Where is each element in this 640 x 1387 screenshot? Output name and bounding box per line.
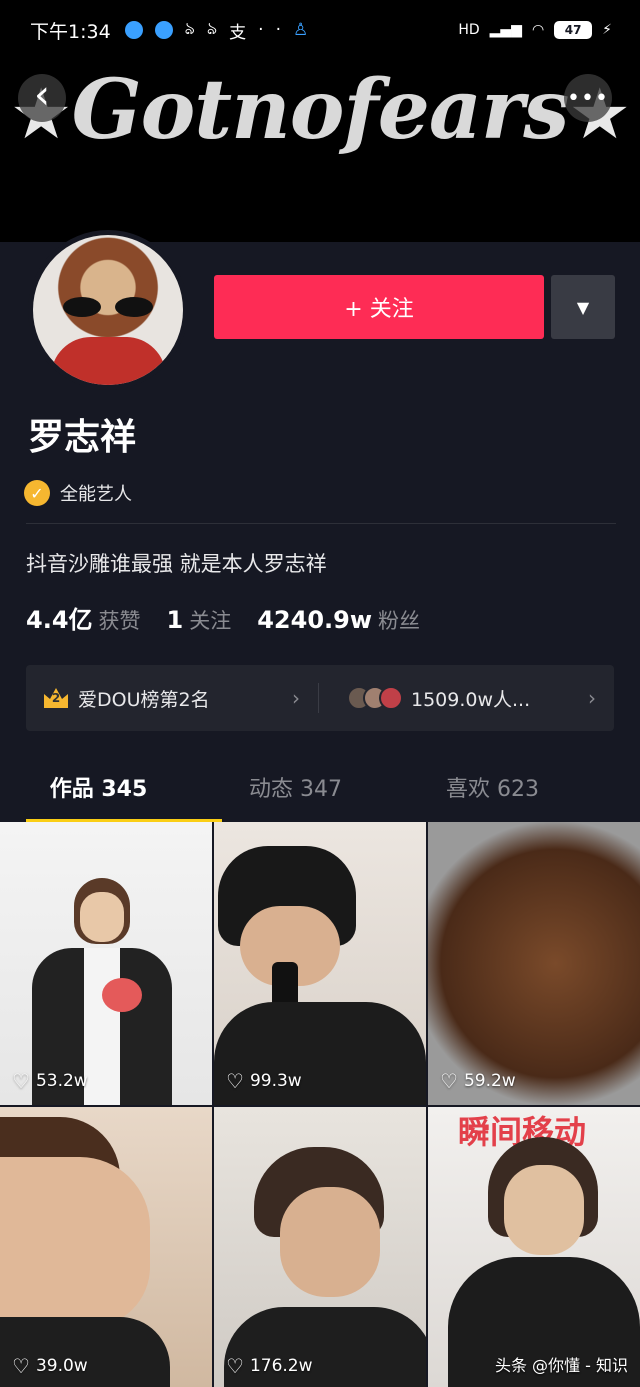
- video-thumbnail[interactable]: 瞬间移动 头条 @你懂 - 知识: [428, 1107, 640, 1387]
- app-notification-icon: [124, 21, 143, 39]
- jacket: [51, 337, 166, 385]
- heart-icon: ♡: [226, 1354, 244, 1378]
- video-thumbnail[interactable]: ♡ 176.2w: [214, 1107, 426, 1387]
- follow-button[interactable]: + 关注: [214, 275, 544, 339]
- more-button[interactable]: •••: [564, 74, 612, 122]
- qq-icon: ♙: [292, 20, 309, 40]
- banner-title: ★Gotnofears★: [0, 62, 640, 158]
- heart-icon: ♡: [226, 1069, 244, 1093]
- video-thumbnail[interactable]: ♡ 53.2w: [0, 822, 212, 1105]
- profile-name: 罗志祥: [28, 417, 137, 458]
- tab-likes[interactable]: 喜欢 623: [394, 760, 591, 822]
- followers-count[interactable]: 4240.9w: [257, 606, 372, 634]
- crown-icon: 2: [44, 688, 68, 708]
- notification-icons: ঌ ঌ 支 · · ♙: [124, 16, 309, 44]
- person-figure: [448, 1137, 640, 1387]
- likes-count: 99.3w: [249, 1071, 302, 1091]
- notification-icon: ·: [258, 20, 264, 40]
- more-icon: •••: [567, 85, 609, 111]
- status-right: HD ▂▄▆ ◠ 47 ⚡: [458, 21, 612, 39]
- video-likes: ♡ 59.2w: [440, 1069, 516, 1093]
- video-likes: ♡ 53.2w: [12, 1069, 88, 1093]
- fans-group-link[interactable]: 1509.0w人... ›: [319, 665, 614, 731]
- back-button[interactable]: ‹: [18, 74, 66, 122]
- person-figure: [0, 1117, 212, 1387]
- verified-icon: ✓: [24, 480, 50, 506]
- tab-works[interactable]: 作品 345: [0, 760, 197, 822]
- chevron-down-icon: ▼: [576, 297, 590, 317]
- video-grid: ♡ 53.2w ♡ 99.3w ♡ 59.2w ♡ 39.0w ♡ 176.2w 瞬间移动: [0, 822, 640, 1387]
- wifi-icon: ◠: [531, 22, 545, 38]
- verification-badge: ✓ 全能艺人: [24, 480, 132, 506]
- following-count[interactable]: 1: [167, 606, 184, 634]
- profile-stats: 4.4亿 获赞 1 关注 4240.9w 粉丝: [26, 600, 446, 635]
- status-time: 下午1:34: [30, 20, 111, 43]
- likes-count: 59.2w: [463, 1071, 516, 1091]
- charging-icon: ⚡: [602, 22, 612, 38]
- back-icon: ‹: [34, 72, 50, 118]
- likes-count: 39.0w: [35, 1356, 88, 1376]
- battery-icon: 47: [554, 21, 593, 39]
- heart-icon: ♡: [12, 1069, 30, 1093]
- following-label[interactable]: 关注: [189, 605, 231, 635]
- person-figure: [224, 1147, 426, 1387]
- video-likes: ♡ 39.0w: [12, 1354, 88, 1378]
- watermark: 头条 @你懂 - 知识: [494, 1356, 628, 1375]
- person-figure: [214, 842, 426, 1105]
- chevron-right-icon: ›: [292, 686, 300, 710]
- rank-label: 爱DOU榜第2名: [78, 688, 210, 711]
- likes-count[interactable]: 4.4亿: [26, 600, 93, 635]
- heart-icon: ♡: [12, 1354, 30, 1378]
- app-notification-icon: [154, 21, 173, 39]
- notification-icon: ঌ: [206, 19, 218, 39]
- banner-title-text: Gotnofears: [71, 62, 570, 158]
- tab-activity[interactable]: 动态 347: [197, 760, 394, 822]
- fan-avatars: [347, 686, 403, 710]
- divider: [26, 523, 616, 524]
- notification-icon: ঌ: [184, 19, 195, 39]
- fans-label: 1509.0w人...: [411, 688, 531, 711]
- notification-icon: ·: [275, 20, 281, 40]
- likes-count: 176.2w: [249, 1356, 313, 1376]
- alipay-icon: 支: [229, 22, 247, 43]
- chevron-right-icon: ›: [588, 686, 596, 710]
- status-bar: 下午1:34 ঌ ঌ 支 · · ♙ HD ▂▄▆ ◠ 47 ⚡: [0, 0, 640, 60]
- video-thumbnail[interactable]: ♡ 99.3w: [214, 822, 426, 1105]
- dou-rank-link[interactable]: 2 爱DOU榜第2名 ›: [26, 665, 318, 731]
- followers-label[interactable]: 粉丝: [378, 605, 420, 635]
- video-thumbnail[interactable]: ♡ 59.2w: [428, 822, 640, 1105]
- signal-icon: ▂▄▆: [489, 22, 522, 38]
- verification-label: 全能艺人: [60, 484, 132, 505]
- likes-count: 53.2w: [35, 1071, 88, 1091]
- avatar: [379, 686, 403, 710]
- video-likes: ♡ 176.2w: [226, 1354, 313, 1378]
- video-thumbnail[interactable]: ♡ 39.0w: [0, 1107, 212, 1387]
- video-likes: ♡ 99.3w: [226, 1069, 302, 1093]
- sunglasses: [63, 297, 153, 317]
- heart-icon: ♡: [440, 1069, 458, 1093]
- avatar-image: [33, 235, 183, 385]
- profile-bio: 抖音沙雕谁最强 就是本人罗志祥: [26, 552, 327, 576]
- content-tabs: 作品 345 动态 347 喜欢 623: [0, 760, 640, 822]
- rank-bar: 2 爱DOU榜第2名 › 1509.0w人... ›: [26, 665, 614, 731]
- network-label: HD: [458, 22, 480, 38]
- likes-label[interactable]: 获赞: [99, 605, 141, 635]
- avatar[interactable]: [28, 230, 188, 390]
- recommend-dropdown-button[interactable]: ▼: [551, 275, 615, 339]
